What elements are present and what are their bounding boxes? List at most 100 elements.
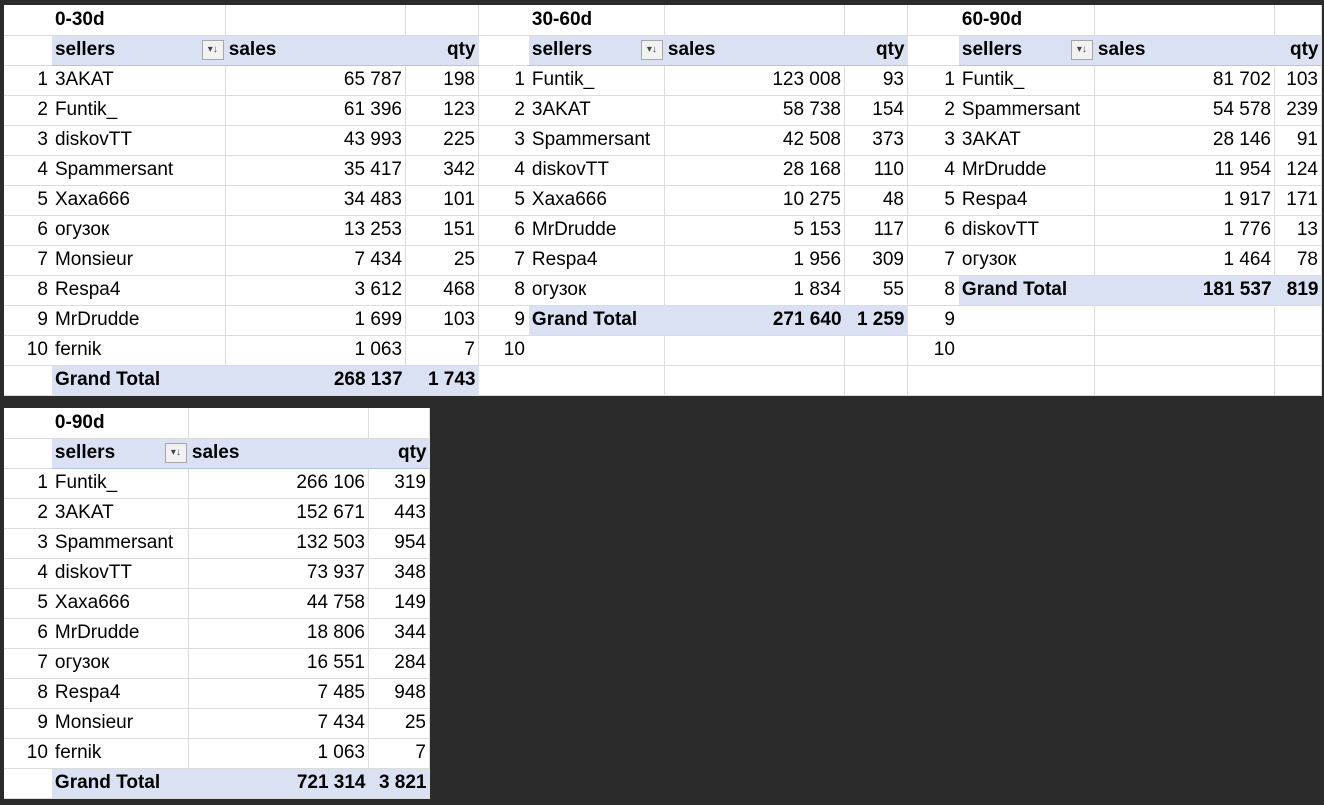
sales-header[interactable]: sales (225, 35, 406, 66)
sales-cell[interactable]: 1 956 (664, 245, 846, 276)
qty-cell[interactable]: 373 (844, 125, 908, 156)
sales-cell[interactable]: 7 434 (188, 708, 369, 739)
seller-cell[interactable]: diskovTT (528, 155, 666, 186)
sales-cell[interactable]: 28 146 (1094, 125, 1276, 156)
sort-filter-icon[interactable]: ▾↓ (1070, 39, 1093, 60)
sort-filter-icon[interactable]: ▾↓ (640, 39, 663, 60)
sales-header[interactable]: sales (1094, 35, 1275, 66)
seller-cell[interactable]: Spammersant (958, 95, 1096, 126)
qty-cell[interactable]: 78 (1274, 245, 1322, 276)
sales-cell[interactable]: 1 464 (1094, 245, 1276, 276)
qty-cell[interactable]: 151 (405, 215, 479, 246)
qty-cell[interactable]: 198 (405, 65, 479, 96)
sales-cell[interactable]: 43 993 (225, 125, 407, 156)
qty-cell[interactable]: 443 (368, 498, 430, 529)
empty-cell[interactable] (958, 305, 1096, 336)
sales-cell[interactable]: 34 483 (225, 185, 407, 216)
qty-cell[interactable]: 284 (368, 648, 430, 679)
seller-cell[interactable]: MrDrudde (528, 215, 666, 246)
seller-cell[interactable]: Xaxa666 (51, 588, 190, 619)
grand-total-label[interactable]: Grand Total (958, 274, 1095, 306)
qty-cell[interactable]: 91 (1274, 125, 1322, 156)
empty-cell[interactable] (1274, 5, 1322, 36)
grand-total-label[interactable]: Grand Total (51, 364, 226, 396)
sales-cell[interactable]: 1 699 (225, 305, 407, 336)
sellers-header[interactable]: sellers ▾↓ (51, 35, 226, 66)
empty-cell[interactable] (664, 335, 846, 366)
sellers-header[interactable]: sellers ▾↓ (958, 35, 1095, 66)
empty-cell[interactable] (958, 365, 1096, 396)
seller-cell[interactable]: Funtik_ (51, 95, 227, 126)
sales-cell[interactable]: 16 551 (188, 648, 369, 679)
sales-cell[interactable]: 73 937 (188, 558, 369, 589)
grand-total-sales[interactable]: 721 314 (188, 767, 369, 799)
empty-cell[interactable] (1274, 335, 1322, 366)
sales-cell[interactable]: 13 253 (225, 215, 407, 246)
grand-total-sales[interactable]: 268 137 (225, 364, 406, 396)
seller-cell[interactable]: fernik (51, 335, 227, 366)
empty-cell[interactable] (1274, 365, 1322, 396)
empty-cell[interactable] (844, 5, 908, 36)
seller-cell[interactable]: 3AKAT (51, 65, 227, 96)
qty-cell[interactable]: 154 (844, 95, 908, 126)
sales-cell[interactable]: 152 671 (188, 498, 369, 529)
empty-cell[interactable] (1094, 335, 1276, 366)
grand-total-label[interactable]: Grand Total (528, 304, 665, 336)
sales-cell[interactable]: 58 738 (664, 95, 846, 126)
seller-cell[interactable]: Funtik_ (958, 65, 1096, 96)
sales-cell[interactable]: 7 434 (225, 245, 407, 276)
sales-cell[interactable]: 1 917 (1094, 185, 1276, 216)
seller-cell[interactable]: 3AKAT (51, 498, 190, 529)
empty-cell[interactable] (368, 408, 430, 439)
sales-cell[interactable]: 61 396 (225, 95, 407, 126)
sales-cell[interactable]: 28 168 (664, 155, 846, 186)
qty-cell[interactable]: 48 (844, 185, 908, 216)
qty-cell[interactable]: 225 (405, 125, 479, 156)
grand-total-qty[interactable]: 1 743 (405, 364, 479, 396)
seller-cell[interactable]: Xaxa666 (51, 185, 227, 216)
sort-filter-icon[interactable]: ▾↓ (164, 442, 187, 463)
seller-cell[interactable]: MrDrudde (51, 305, 227, 336)
seller-cell[interactable]: diskovTT (958, 215, 1096, 246)
qty-cell[interactable]: 7 (368, 738, 430, 769)
seller-cell[interactable]: Monsieur (51, 245, 227, 276)
sellers-header[interactable]: sellers ▾↓ (528, 35, 665, 66)
qty-cell[interactable]: 948 (368, 678, 430, 709)
qty-cell[interactable]: 344 (368, 618, 430, 649)
qty-cell[interactable]: 101 (405, 185, 479, 216)
qty-cell[interactable]: 55 (844, 275, 908, 306)
qty-cell[interactable]: 239 (1274, 95, 1322, 126)
grand-total-qty[interactable]: 3 821 (368, 767, 430, 799)
empty-cell[interactable] (958, 335, 1096, 366)
sales-cell[interactable]: 81 702 (1094, 65, 1276, 96)
sales-cell[interactable]: 11 954 (1094, 155, 1276, 186)
seller-cell[interactable]: MrDrudde (51, 618, 190, 649)
qty-cell[interactable]: 13 (1274, 215, 1322, 246)
seller-cell[interactable]: Spammersant (51, 528, 190, 559)
empty-cell[interactable] (844, 365, 908, 396)
qty-header[interactable]: qty (1274, 35, 1322, 66)
qty-cell[interactable]: 117 (844, 215, 908, 246)
qty-cell[interactable]: 25 (368, 708, 430, 739)
qty-cell[interactable]: 309 (844, 245, 908, 276)
seller-cell[interactable]: Funtik_ (51, 468, 190, 499)
qty-header[interactable]: qty (844, 35, 908, 66)
empty-cell[interactable] (188, 408, 369, 439)
sales-cell[interactable]: 1 063 (225, 335, 407, 366)
table-title[interactable]: 0-30d (51, 5, 227, 36)
seller-cell[interactable]: Respa4 (51, 275, 227, 306)
seller-cell[interactable]: Spammersant (51, 155, 227, 186)
qty-cell[interactable]: 7 (405, 335, 479, 366)
qty-cell[interactable]: 149 (368, 588, 430, 619)
seller-cell[interactable]: MrDrudde (958, 155, 1096, 186)
seller-cell[interactable]: Monsieur (51, 708, 190, 739)
seller-cell[interactable]: diskovTT (51, 125, 227, 156)
table-title[interactable]: 60-90d (958, 5, 1096, 36)
seller-cell[interactable]: fernik (51, 738, 190, 769)
empty-cell[interactable] (1094, 5, 1276, 36)
grand-total-sales[interactable]: 181 537 (1094, 274, 1275, 306)
sales-cell[interactable]: 65 787 (225, 65, 407, 96)
qty-cell[interactable]: 25 (405, 245, 479, 276)
qty-cell[interactable]: 171 (1274, 185, 1322, 216)
seller-cell[interactable]: Spammersant (528, 125, 666, 156)
